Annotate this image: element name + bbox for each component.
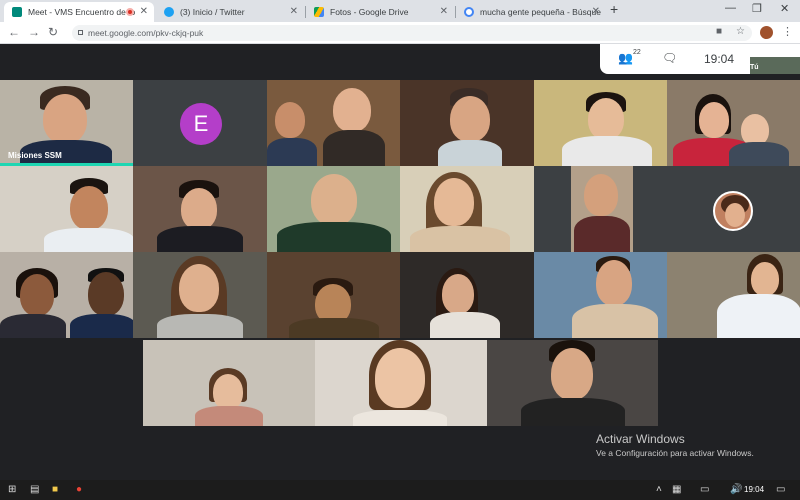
tab-meet[interactable]: Meet - VMS Encuentro de fo ✕	[4, 2, 154, 22]
meet-icon	[12, 7, 22, 17]
tab-twitter[interactable]: (3) Inicio / Twitter ✕	[156, 2, 304, 22]
tab-search[interactable]: mucha gente pequeña - Búsque ✕	[456, 2, 606, 22]
camera-icon[interactable]: ■	[716, 26, 722, 37]
google-icon	[464, 7, 474, 17]
video-tile[interactable]: Misiones SSM	[0, 80, 133, 166]
video-tile[interactable]	[0, 166, 133, 252]
url-text: meet.google.com/pkv-ckjq-puk	[88, 28, 204, 38]
tab-drive[interactable]: Fotos - Google Drive ✕	[306, 2, 454, 22]
video-tile[interactable]	[133, 252, 267, 338]
back-icon[interactable]: ←	[8, 25, 20, 39]
maximize-button[interactable]: ❐	[752, 2, 762, 15]
profile-avatar[interactable]	[760, 26, 773, 39]
participant-name: Misiones SSM	[8, 151, 62, 160]
more-menu-icon[interactable]: ⋮	[782, 25, 793, 38]
participant-avatar: E	[180, 103, 222, 145]
video-tile[interactable]	[133, 166, 267, 252]
meeting-clock: 19:04	[704, 52, 735, 66]
battery-icon[interactable]: ▭	[700, 484, 709, 495]
volume-icon[interactable]: 🔊	[730, 484, 742, 495]
tab-title: mucha gente pequeña - Búsque	[480, 7, 601, 17]
windows-activation-watermark: Activar Windows Ve a Configuración para …	[596, 432, 754, 458]
video-tile[interactable]	[487, 340, 658, 426]
task-view-icon[interactable]: ▤	[30, 484, 39, 495]
chrome-icon[interactable]: ●	[76, 484, 82, 495]
tab-title: Meet - VMS Encuentro de fo	[28, 7, 136, 17]
video-tile[interactable]	[667, 80, 800, 166]
tab-strip: Meet - VMS Encuentro de fo ✕ (3) Inicio …	[0, 0, 800, 22]
people-icon[interactable]: 👥	[618, 51, 633, 65]
chat-icon[interactable]: 🗨	[662, 51, 677, 65]
video-tile[interactable]	[534, 252, 667, 338]
notification-icon[interactable]: ▭	[776, 484, 785, 495]
video-tile[interactable]	[667, 252, 800, 338]
close-tab-icon[interactable]: ✕	[592, 2, 600, 22]
video-tile[interactable]	[400, 166, 534, 252]
video-tile[interactable]	[267, 80, 400, 166]
twitter-icon	[164, 7, 174, 17]
video-tile[interactable]	[534, 166, 800, 252]
lock-icon	[78, 30, 83, 35]
google-drive-icon	[314, 7, 324, 17]
forward-icon[interactable]: →	[28, 25, 40, 39]
tray-chevron-icon[interactable]: ˄	[656, 484, 662, 495]
close-tab-icon[interactable]: ✕	[290, 2, 298, 22]
activation-subtitle: Ve a Configuración para activar Windows.	[596, 448, 754, 458]
network-icon[interactable]: ▦	[672, 484, 681, 495]
video-tile[interactable]	[267, 166, 400, 252]
new-tab-button[interactable]: +	[610, 1, 618, 17]
video-tile[interactable]	[315, 340, 487, 426]
reload-icon[interactable]: ↻	[48, 25, 58, 39]
file-explorer-icon[interactable]: ■	[52, 484, 58, 495]
video-tile[interactable]	[0, 252, 133, 338]
self-view-label: Tú	[750, 64, 759, 71]
taskbar: ⊞ ▤ ■ ● ˄ ▦ ▭ 🔊 19:04 ▭	[0, 480, 800, 500]
tab-title: (3) Inicio / Twitter	[180, 7, 245, 17]
participant-avatar	[713, 191, 753, 231]
minimize-button[interactable]: —	[725, 2, 736, 14]
windows-start-icon[interactable]: ⊞	[8, 484, 16, 495]
video-tile[interactable]	[400, 252, 534, 338]
participant-count: 22	[633, 49, 641, 56]
recording-icon	[126, 8, 134, 16]
activation-title: Activar Windows	[596, 432, 685, 446]
bookmark-star-icon[interactable]: ☆	[736, 26, 745, 37]
video-tile[interactable]	[534, 80, 667, 166]
address-bar-row: ← → ↻ meet.google.com/pkv-ckjq-puk ■ ☆	[0, 22, 800, 44]
tab-title: Fotos - Google Drive	[330, 7, 409, 17]
close-tab-icon[interactable]: ✕	[140, 2, 148, 22]
close-window-button[interactable]: ✕	[780, 2, 789, 15]
url-field[interactable]: meet.google.com/pkv-ckjq-puk	[72, 25, 752, 41]
video-tile[interactable]	[143, 340, 315, 426]
video-tile[interactable]	[267, 252, 400, 338]
taskbar-clock[interactable]: 19:04	[744, 485, 764, 494]
video-tile[interactable]	[400, 80, 534, 166]
close-tab-icon[interactable]: ✕	[440, 2, 448, 22]
